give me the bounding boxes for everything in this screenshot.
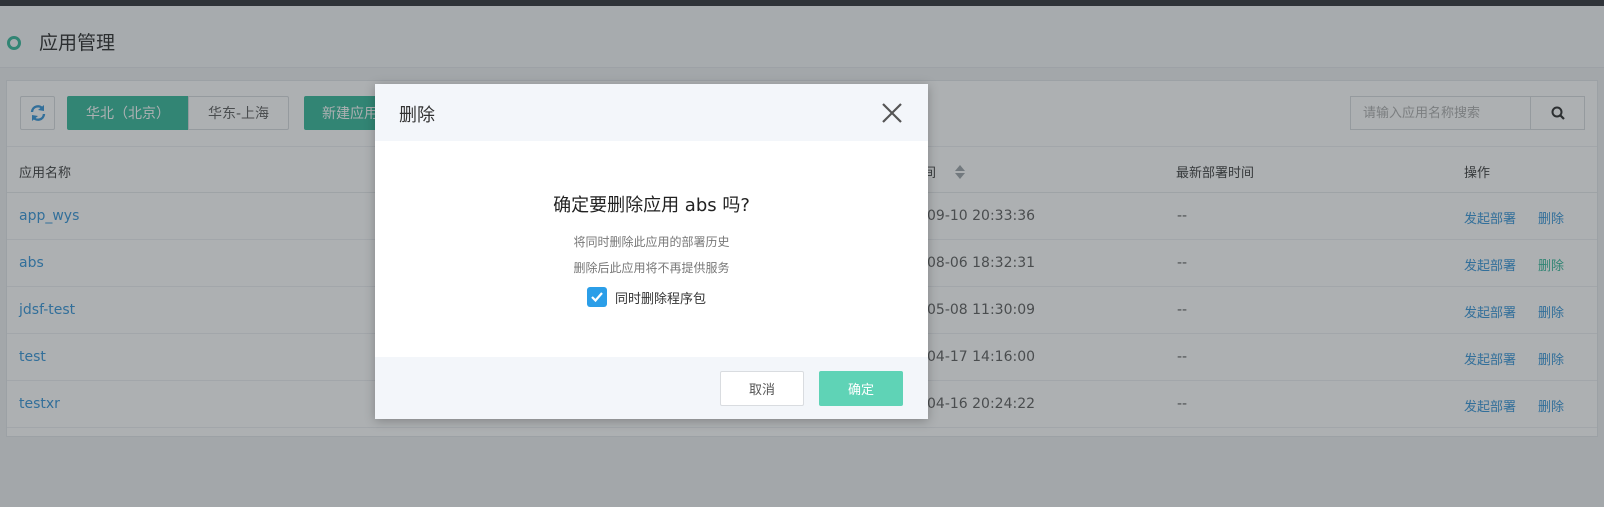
dialog-title: 删除 [399,105,435,126]
checkmark-icon [591,292,603,303]
dialog-header: 删除 [375,84,928,141]
close-button[interactable] [880,101,904,125]
delete-package-label: 同时删除程序包 [615,291,707,307]
delete-dialog: 删除 确定要删除应用 abs 吗? 将同时删除此应用的部署历史 删除后此应用将不… [375,84,928,419]
confirm-button[interactable]: 确定 [819,371,903,406]
close-icon [882,103,902,123]
dialog-note-service: 删除后此应用将不再提供服务 [573,261,730,275]
cancel-button[interactable]: 取消 [720,371,804,406]
delete-package-checkbox[interactable] [587,287,607,307]
dialog-question: 确定要删除应用 abs 吗? [553,195,750,216]
dialog-note-history: 将同时删除此应用的部署历史 [573,235,730,249]
delete-package-option[interactable]: 同时删除程序包 [587,286,706,308]
dialog-footer: 取消 确定 [375,357,928,419]
